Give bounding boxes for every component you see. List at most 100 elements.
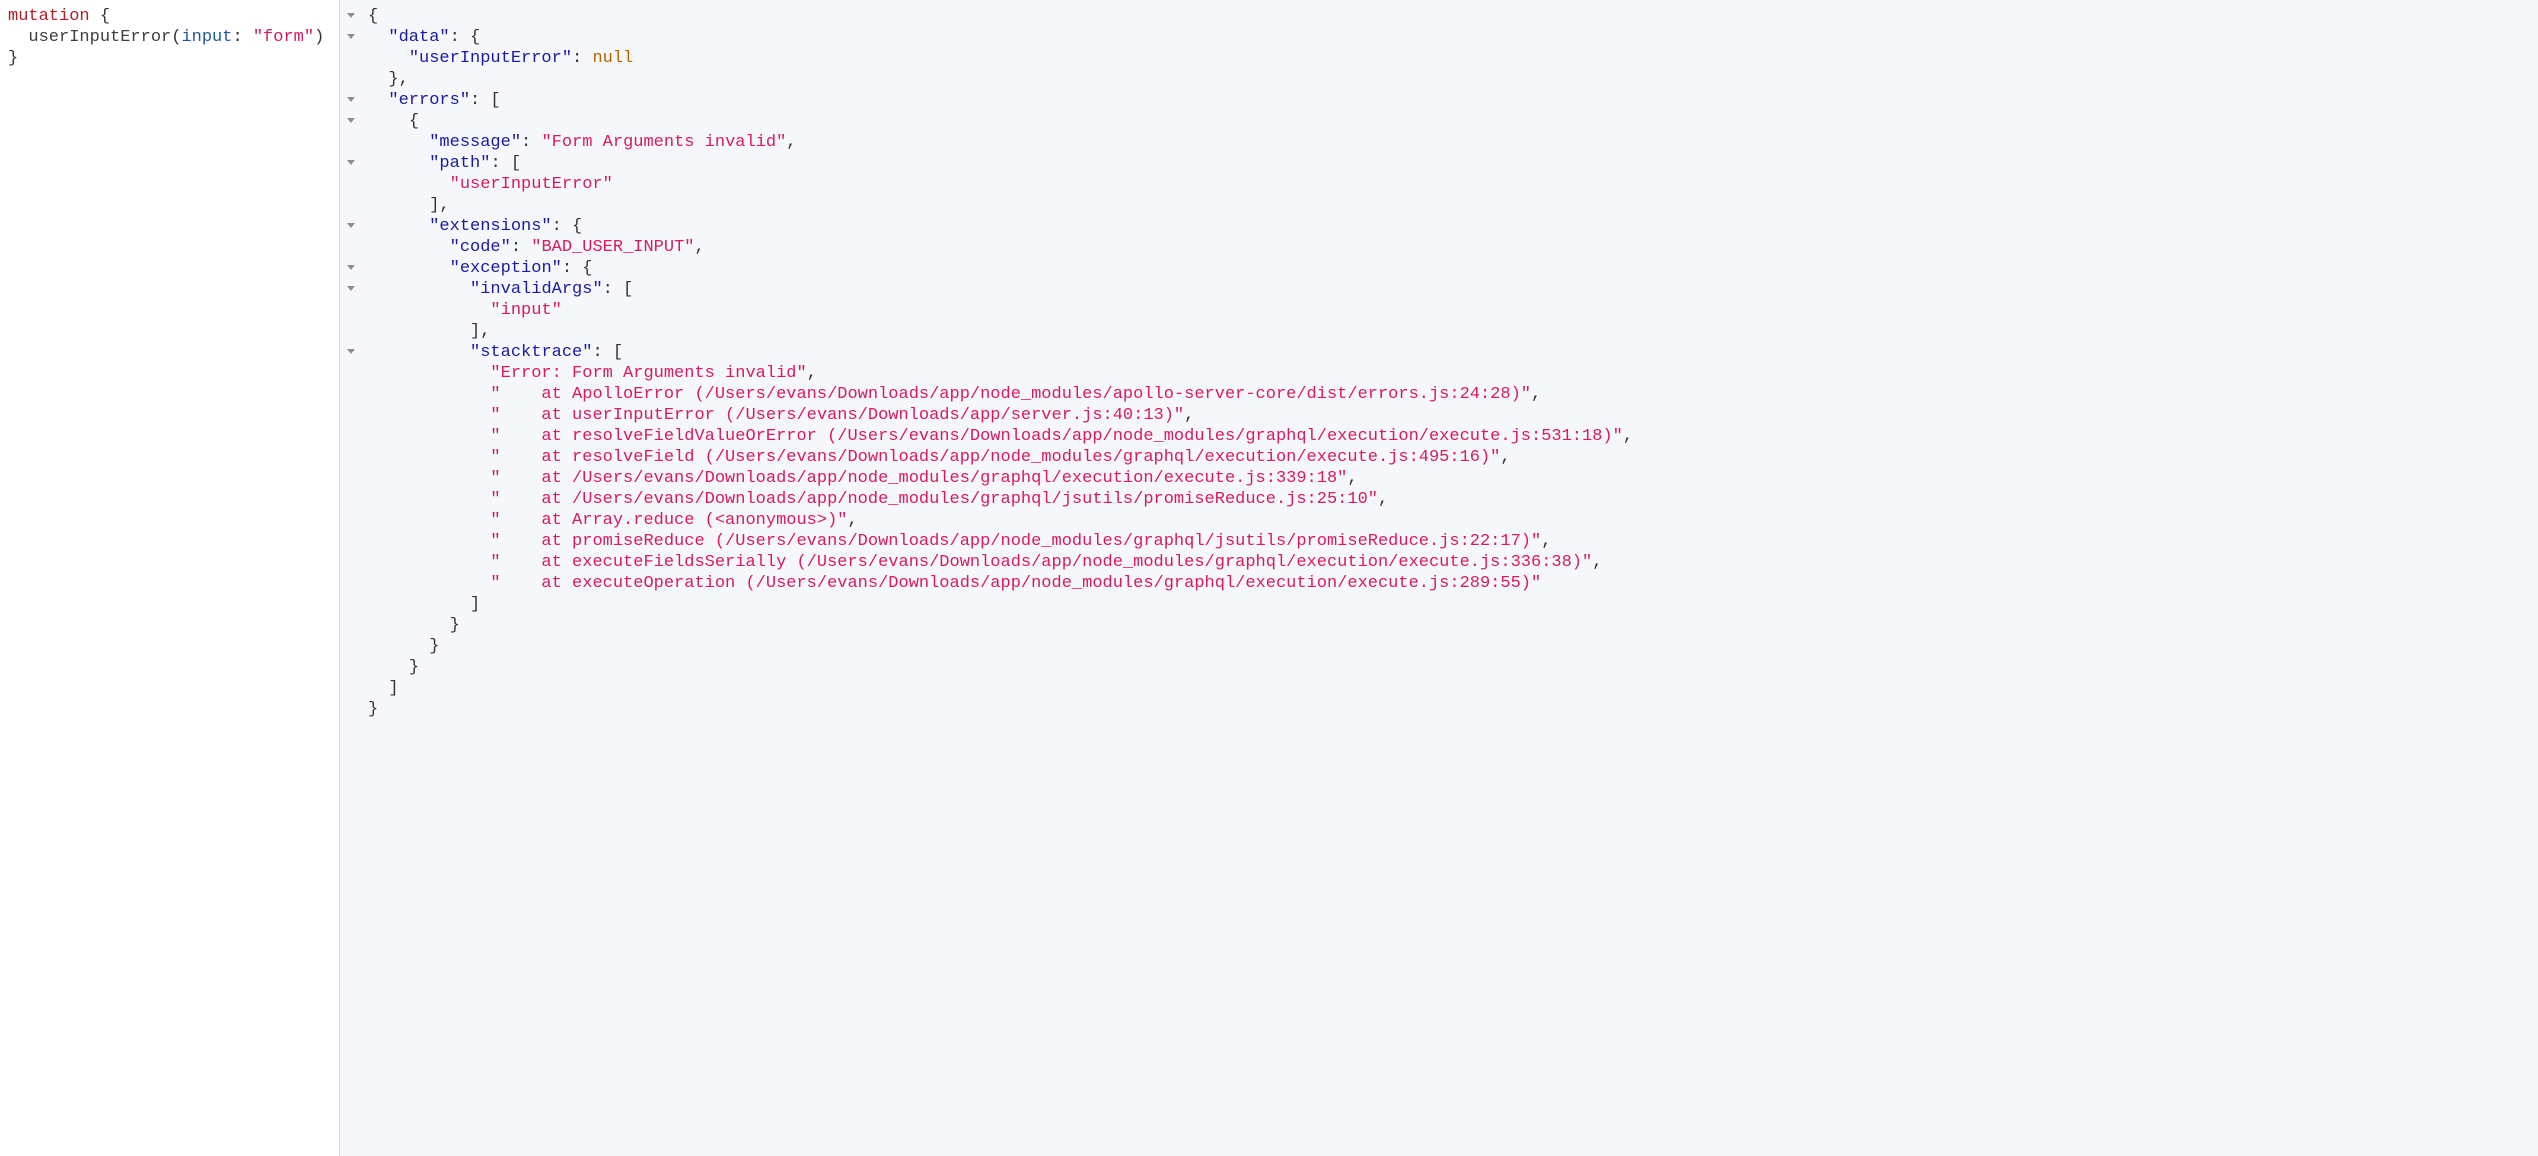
- response-line: " at userInputError (/Users/evans/Downlo…: [368, 405, 2538, 426]
- response-line: "Error: Form Arguments invalid",: [368, 363, 2538, 384]
- fold-toggle[interactable]: [340, 6, 362, 27]
- json-punct: ],: [470, 322, 490, 341]
- response-line: ],: [368, 321, 2538, 342]
- json-punct: {: [409, 112, 419, 131]
- json-punct: : [: [490, 154, 521, 173]
- json-punct: }: [429, 637, 439, 656]
- json-punct: ]: [388, 679, 398, 698]
- json-string: " at /Users/evans/Downloads/app/node_mod…: [490, 490, 1378, 509]
- json-punct: }: [450, 616, 460, 635]
- response-line: }: [368, 615, 2538, 636]
- query-line-2: userInputError(input: "form"): [8, 27, 331, 48]
- json-punct: }: [409, 658, 419, 677]
- json-key: "code": [450, 238, 511, 257]
- json-key: "stacktrace": [470, 343, 592, 362]
- response-line: }: [368, 657, 2538, 678]
- json-punct: :: [572, 49, 592, 68]
- json-key: "extensions": [429, 217, 551, 236]
- json-string: " at executeFieldsSerially (/Users/evans…: [490, 553, 1592, 572]
- response-line: "invalidArgs": [: [368, 279, 2538, 300]
- response-line: " at executeFieldsSerially (/Users/evans…: [368, 552, 2538, 573]
- json-punct: ,: [1592, 553, 1602, 572]
- response-line: " at resolveFieldValueOrError (/Users/ev…: [368, 426, 2538, 447]
- json-punct: ,: [1378, 490, 1388, 509]
- response-line: {: [368, 6, 2538, 27]
- response-line: " at resolveField (/Users/evans/Download…: [368, 447, 2538, 468]
- fold-toggle[interactable]: [340, 216, 362, 237]
- json-punct: ,: [1500, 448, 1510, 467]
- response-viewer[interactable]: { "data": { "userInputError": null }, "e…: [340, 0, 2538, 726]
- json-key: "errors": [388, 91, 470, 110]
- json-string: " at ApolloError (/Users/evans/Downloads…: [490, 385, 1531, 404]
- json-key: "exception": [450, 259, 562, 278]
- response-line: {: [368, 111, 2538, 132]
- keyword-mutation: mutation: [8, 7, 90, 26]
- fold-toggle[interactable]: [340, 342, 362, 363]
- argument-name: input: [181, 28, 232, 47]
- json-punct: ,: [694, 238, 704, 257]
- query-editor[interactable]: mutation { userInputError(input: "form")…: [0, 0, 339, 1156]
- json-punct: ,: [1531, 385, 1541, 404]
- fold-toggle[interactable]: [340, 90, 362, 111]
- json-punct: ,: [1623, 427, 1633, 446]
- response-panel: { "data": { "userInputError": null }, "e…: [339, 0, 2538, 1156]
- json-punct: ]: [470, 595, 480, 614]
- fold-toggle[interactable]: [340, 279, 362, 300]
- response-line: ],: [368, 195, 2538, 216]
- response-line: "userInputError": null: [368, 48, 2538, 69]
- json-string: " at resolveFieldValueOrError (/Users/ev…: [490, 427, 1622, 446]
- query-line-1: mutation {: [8, 6, 331, 27]
- json-string: "input": [490, 301, 561, 320]
- json-punct: ,: [1541, 532, 1551, 551]
- json-string: " at userInputError (/Users/evans/Downlo…: [490, 406, 1184, 425]
- json-punct: : [: [603, 280, 634, 299]
- response-line: " at Array.reduce (<anonymous>)",: [368, 510, 2538, 531]
- response-line: "stacktrace": [: [368, 342, 2538, 363]
- json-punct: {: [368, 7, 378, 26]
- response-line: " at /Users/evans/Downloads/app/node_mod…: [368, 468, 2538, 489]
- fold-toggle[interactable]: [340, 258, 362, 279]
- json-string: " at resolveField (/Users/evans/Download…: [490, 448, 1500, 467]
- json-string: " at executeOperation (/Users/evans/Down…: [490, 574, 1541, 593]
- response-line: " at executeOperation (/Users/evans/Down…: [368, 573, 2538, 594]
- json-punct: ,: [847, 511, 857, 530]
- response-line: "data": {: [368, 27, 2538, 48]
- json-punct: ,: [1347, 469, 1357, 488]
- fold-toggle[interactable]: [340, 27, 362, 48]
- response-line: "errors": [: [368, 90, 2538, 111]
- json-string: " at promiseReduce (/Users/evans/Downloa…: [490, 532, 1541, 551]
- fold-toggle[interactable]: [340, 111, 362, 132]
- json-punct: :: [511, 238, 531, 257]
- json-punct: ,: [1184, 406, 1194, 425]
- json-punct: ,: [786, 133, 796, 152]
- response-line: "path": [: [368, 153, 2538, 174]
- json-punct: : {: [552, 217, 583, 236]
- fold-gutter[interactable]: [340, 0, 362, 1156]
- json-null: null: [592, 49, 633, 68]
- argument-value: "form": [253, 28, 314, 47]
- json-string: " at /Users/evans/Downloads/app/node_mod…: [490, 469, 1347, 488]
- response-line: " at /Users/evans/Downloads/app/node_mod…: [368, 489, 2538, 510]
- json-string: " at Array.reduce (<anonymous>)": [490, 511, 847, 530]
- response-line: "code": "BAD_USER_INPUT",: [368, 237, 2538, 258]
- field-name: userInputError: [28, 28, 171, 47]
- json-key: "userInputError": [409, 49, 572, 68]
- json-key: "data": [388, 28, 449, 47]
- json-punct: : [: [592, 343, 623, 362]
- json-punct: : {: [562, 259, 593, 278]
- json-string: "userInputError": [450, 175, 613, 194]
- response-line: ]: [368, 594, 2538, 615]
- json-string: "Error: Form Arguments invalid": [490, 364, 806, 383]
- response-line: "exception": {: [368, 258, 2538, 279]
- response-line: }: [368, 699, 2538, 720]
- json-string: "Form Arguments invalid": [541, 133, 786, 152]
- json-key: "invalidArgs": [470, 280, 603, 299]
- json-punct: ,: [807, 364, 817, 383]
- response-line: "input": [368, 300, 2538, 321]
- json-key: "message": [429, 133, 521, 152]
- json-string: "BAD_USER_INPUT": [531, 238, 694, 257]
- fold-toggle[interactable]: [340, 153, 362, 174]
- response-line: "userInputError": [368, 174, 2538, 195]
- response-line: " at promiseReduce (/Users/evans/Downloa…: [368, 531, 2538, 552]
- json-punct: },: [388, 70, 408, 89]
